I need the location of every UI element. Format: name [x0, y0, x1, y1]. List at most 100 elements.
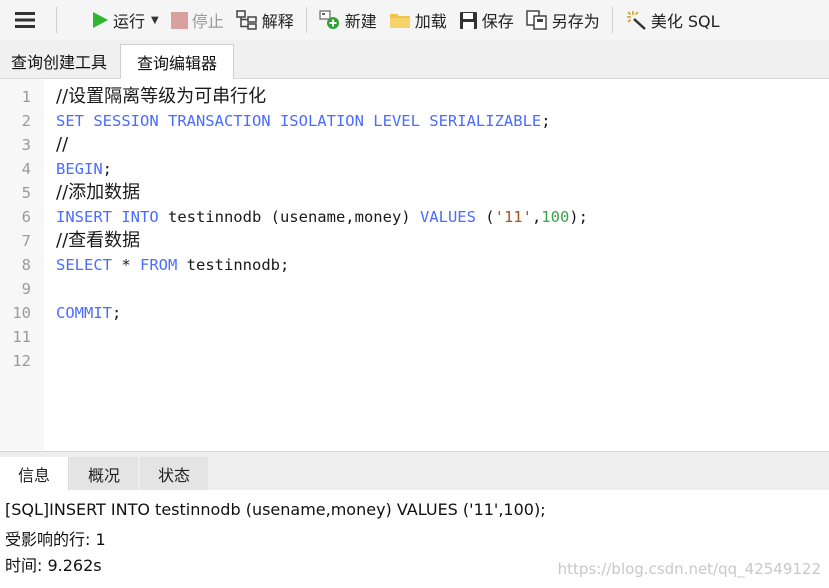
tab-query-editor[interactable]: 查询编辑器: [120, 44, 234, 79]
stop-icon: [170, 11, 188, 29]
code-token: ;: [112, 304, 122, 322]
tab-info[interactable]: 信息: [0, 457, 69, 490]
code-token: //查看数据: [56, 230, 141, 251]
beautify-sql-button[interactable]: 美化 SQL: [619, 5, 726, 35]
toolbar-separator: [611, 7, 613, 33]
code-token: ;: [541, 112, 551, 130]
code-line[interactable]: 5 //添加数据: [0, 181, 829, 205]
line-number: 1: [21, 88, 31, 106]
code-line[interactable]: 9: [0, 277, 829, 301]
code-token: testinnodb;: [177, 256, 290, 274]
code-text: INSERT INTO testinnodb (usename,money) V…: [56, 205, 588, 229]
save-as-button[interactable]: 另存为: [520, 5, 606, 35]
code-line[interactable]: 12: [0, 349, 829, 373]
code-token: SET SESSION TRANSACTION ISOLATION LEVEL …: [56, 112, 542, 130]
line-number: 3: [21, 136, 31, 154]
watermark: https://blog.csdn.net/qq_42549122: [557, 560, 821, 578]
folder-icon: [389, 14, 410, 28]
code-token: testinnodb (usename,money): [158, 208, 420, 226]
line-number: 10: [12, 304, 31, 322]
code-text: COMMIT;: [56, 301, 121, 325]
elapsed-time-message: 时间: 9.262s: [5, 556, 102, 575]
code-token: BEGIN: [56, 160, 103, 178]
menu-icon: [15, 12, 35, 28]
toolbar-separator: [305, 7, 307, 33]
code-line[interactable]: 2 SET SESSION TRANSACTION ISOLATION LEVEL…: [0, 109, 829, 133]
code-text: //查看数据: [56, 229, 140, 253]
tab-label: 查询编辑器: [136, 53, 217, 73]
code-text: BEGIN;: [56, 157, 112, 181]
code-text: //: [56, 133, 68, 157]
result-tab-strip: 信息 概况 状态: [0, 451, 829, 490]
sql-editor[interactable]: 1 //设置隔离等级为可串行化 2 SET SESSION TRANSACTION I…: [0, 79, 829, 450]
tab-label: 查询创建工具: [10, 52, 107, 72]
run-label: 运行: [113, 12, 146, 31]
load-button[interactable]: 加载: [383, 5, 453, 35]
stop-button[interactable]: 停止: [165, 5, 230, 35]
explain-icon: [235, 10, 257, 30]
code-token: //: [56, 134, 69, 155]
menu-button[interactable]: [0, 11, 50, 29]
editor-tab-strip: 查询创建工具 查询编辑器: [0, 40, 829, 79]
code-token: ,: [531, 208, 542, 226]
tab-label: 状态: [157, 465, 190, 485]
line-number: 9: [21, 280, 31, 298]
code-text: SELECT * FROM testinnodb;: [56, 253, 289, 277]
code-line[interactable]: 11: [0, 325, 829, 349]
code-token: *: [112, 256, 140, 274]
play-icon: [93, 12, 108, 28]
code-token: (: [475, 208, 495, 226]
new-query-icon: [319, 10, 339, 29]
save-icon: [459, 11, 477, 29]
affected-rows-message: 受影响的行: 1: [5, 530, 106, 549]
code-token: INSERT INTO: [56, 208, 159, 226]
code-line[interactable]: 10 COMMIT;: [0, 301, 829, 325]
dropdown-caret-icon[interactable]: ▼: [151, 15, 159, 26]
tab-status[interactable]: 状态: [140, 457, 208, 490]
new-button[interactable]: 新建: [313, 5, 383, 35]
save-as-label: 另存为: [551, 12, 600, 31]
code-token: '11': [494, 208, 532, 226]
tab-overview[interactable]: 概况: [70, 457, 138, 490]
code-token: //添加数据: [56, 182, 141, 203]
code-token: VALUES: [419, 208, 476, 226]
line-number: 5: [21, 184, 31, 202]
toolbar-separator: [56, 7, 57, 33]
line-number: 11: [12, 328, 31, 346]
code-token: ;: [102, 160, 113, 178]
line-number: 7: [21, 232, 31, 250]
line-number: 4: [21, 160, 31, 178]
code-line[interactable]: 8 SELECT * FROM testinnodb;: [0, 253, 829, 277]
save-label: 保存: [481, 12, 514, 31]
new-label: 新建: [344, 12, 377, 31]
code-token: 100: [541, 208, 570, 226]
code-text: SET SESSION TRANSACTION ISOLATION LEVEL …: [56, 109, 551, 133]
tab-label: 信息: [17, 465, 50, 485]
code-token: SELECT: [56, 256, 112, 274]
code-token: FROM: [140, 256, 178, 274]
code-text: //设置隔离等级为可串行化: [56, 85, 266, 109]
code-line[interactable]: 4 BEGIN;: [0, 157, 829, 181]
code-line[interactable]: 6 INSERT INTO testinnodb (usename,money) …: [0, 205, 829, 229]
code-line[interactable]: 3 //: [0, 133, 829, 157]
save-button[interactable]: 保存: [453, 5, 520, 35]
code-line[interactable]: 1 //设置隔离等级为可串行化: [0, 85, 829, 109]
code-token: );: [569, 208, 588, 226]
sql-message: [SQL]INSERT INTO testinnodb (usename,mon…: [5, 500, 546, 519]
beautify-sql-label: 美化 SQL: [650, 12, 720, 31]
line-number: 8: [21, 256, 31, 274]
code-token: COMMIT: [56, 304, 112, 322]
stop-label: 停止: [191, 12, 224, 31]
code-text: //添加数据: [56, 181, 140, 205]
run-button[interactable]: 运行 ▼: [85, 5, 165, 35]
code-token: //设置隔离等级为可串行化: [56, 86, 267, 107]
beautify-wand-icon: [626, 11, 646, 30]
load-label: 加载: [414, 12, 447, 31]
explain-label: 解释: [261, 12, 294, 31]
tab-label: 概况: [87, 465, 120, 485]
line-number: 12: [12, 352, 31, 370]
line-number: 6: [21, 208, 31, 226]
explain-button[interactable]: 解释: [230, 5, 300, 35]
code-line[interactable]: 7 //查看数据: [0, 229, 829, 253]
tab-query-builder[interactable]: 查询创建工具: [0, 44, 118, 77]
